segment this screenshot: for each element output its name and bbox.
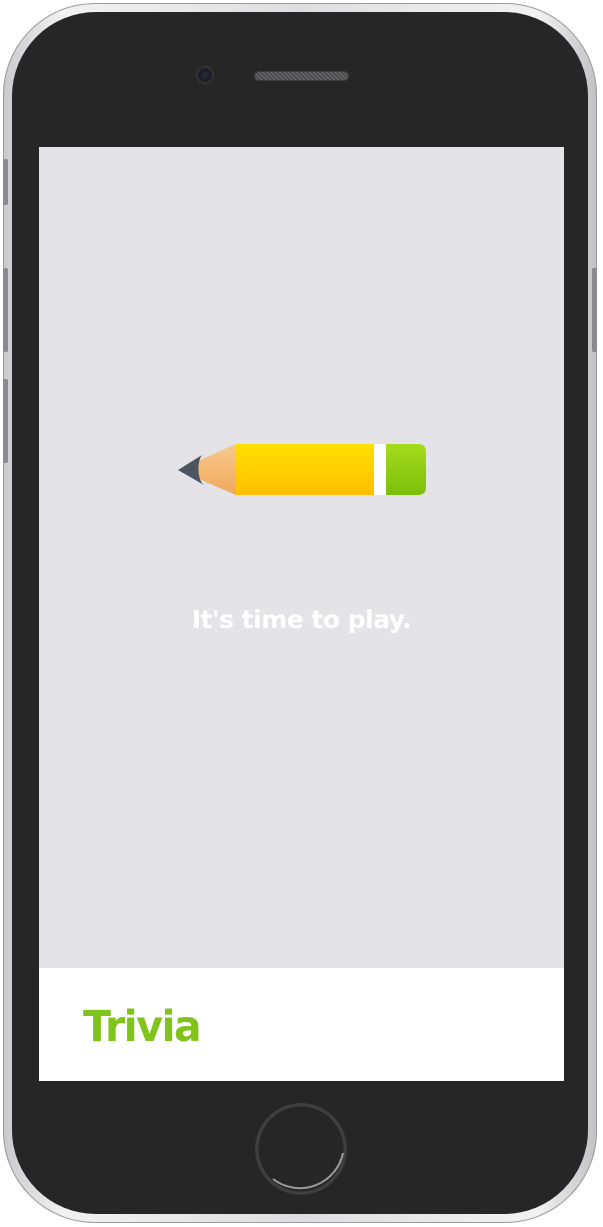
mute-switch xyxy=(3,159,8,205)
app-screen: It's time to play. Trivia xyxy=(39,147,564,1081)
tagline: It's time to play. xyxy=(191,605,412,634)
front-camera xyxy=(196,66,214,84)
pencil-icon xyxy=(177,443,429,497)
home-button-ring xyxy=(255,1103,347,1195)
footer-bar: Trivia xyxy=(39,968,564,1081)
brand-logo: Trivia xyxy=(83,1001,202,1052)
earpiece-speaker xyxy=(254,71,349,81)
home-button[interactable] xyxy=(255,1103,347,1195)
volume-down-button xyxy=(3,379,8,463)
volume-up-button xyxy=(3,268,8,352)
power-button xyxy=(592,268,597,352)
